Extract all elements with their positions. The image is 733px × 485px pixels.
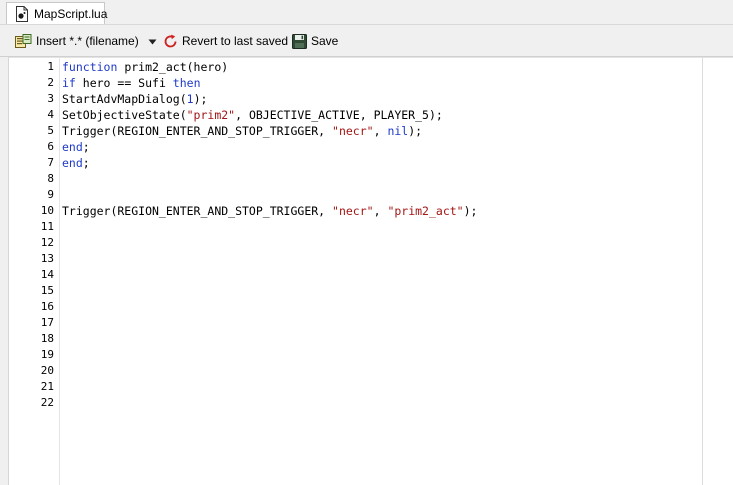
tab-strip: MapScript.lua: [0, 0, 733, 25]
code-line[interactable]: 10 Trigger(REGION_ENTER_AND_STOP_TRIGGER,…: [9, 203, 699, 219]
code-text: end;: [62, 155, 90, 171]
line-number: 5: [47, 124, 54, 137]
chevron-down-icon: [148, 39, 157, 45]
code-line[interactable]: 18: [9, 331, 699, 347]
code-token: end: [62, 140, 83, 154]
line-number: 18: [40, 332, 54, 345]
tab-mapscript[interactable]: MapScript.lua: [6, 2, 108, 25]
code-text: function prim2_act(hero): [62, 59, 228, 75]
floppy-disk-icon: [292, 33, 307, 49]
code-token: 1: [186, 92, 194, 106]
code-token: if: [62, 76, 76, 90]
code-token: "necr": [332, 124, 374, 138]
code-line[interactable]: 3 StartAdvMapDialog(1);: [9, 91, 699, 107]
line-number: 9: [47, 188, 54, 201]
line-number: 19: [40, 348, 54, 361]
code-line[interactable]: 2 if hero == Sufi then: [9, 75, 699, 91]
code-line[interactable]: 1 function prim2_act(hero): [9, 59, 699, 75]
code-line[interactable]: 7 end;: [9, 155, 699, 171]
code-text: SetObjectiveState("prim2", OBJECTIVE_ACT…: [62, 107, 443, 123]
code-token: "necr": [332, 204, 374, 218]
code-text: StartAdvMapDialog(1);: [62, 91, 207, 107]
code-line[interactable]: 8: [9, 171, 699, 187]
line-number: 21: [40, 380, 54, 393]
code-text: end;: [62, 139, 90, 155]
code-token: end: [62, 156, 83, 170]
line-number: 7: [47, 156, 54, 169]
revert-button[interactable]: Revert to last saved: [163, 33, 288, 49]
code-line[interactable]: 16: [9, 299, 699, 315]
right-margin-guide: [702, 58, 703, 485]
code-token: function: [62, 60, 118, 74]
code-line[interactable]: 5 Trigger(REGION_ENTER_AND_STOP_TRIGGER, …: [9, 123, 699, 139]
code-token: "prim2_act": [387, 204, 464, 218]
line-number: 2: [47, 76, 54, 89]
code-token: then: [172, 76, 201, 90]
code-line[interactable]: 4 SetObjectiveState("prim2", OBJECTIVE_AC…: [9, 107, 699, 123]
code-token: );: [193, 92, 208, 106]
code-token: prim2_act(hero): [117, 60, 229, 74]
revert-icon: [164, 34, 177, 47]
line-number: 11: [40, 220, 54, 233]
code-line[interactable]: 13: [9, 251, 699, 267]
code-token: Trigger(REGION_ENTER_AND_STOP_TRIGGER,: [62, 124, 333, 138]
code-line[interactable]: 14: [9, 267, 699, 283]
line-number: 1: [47, 60, 54, 73]
save-button[interactable]: Save: [292, 33, 338, 49]
code-line[interactable]: 9: [9, 187, 699, 203]
code-token: );: [463, 204, 478, 218]
code-line[interactable]: 22: [9, 395, 699, 411]
insert-label: Insert *.* (filename): [36, 34, 139, 48]
code-line[interactable]: 20: [9, 363, 699, 379]
code-text: Trigger(REGION_ENTER_AND_STOP_TRIGGER, "…: [62, 203, 477, 219]
code-token: ;: [82, 156, 90, 170]
line-number: 12: [40, 236, 54, 249]
code-line[interactable]: 12: [9, 235, 699, 251]
save-label: Save: [311, 34, 339, 48]
line-number: 3: [47, 92, 54, 105]
line-number: 4: [47, 108, 54, 121]
code-token: StartAdvMapDialog(: [62, 92, 187, 106]
line-number: 22: [40, 396, 54, 409]
code-text: if hero == Sufi then: [62, 75, 201, 91]
code-token: );: [408, 124, 423, 138]
code-token: , OBJECTIVE_ACTIVE, PLAYER_5);: [235, 108, 443, 122]
insert-dropdown[interactable]: [148, 34, 157, 50]
revert-label: Revert to last saved: [182, 34, 289, 48]
code-line[interactable]: 17: [9, 315, 699, 331]
line-number: 8: [47, 172, 54, 185]
code-token: ,: [373, 124, 388, 138]
code-token: SetObjectiveState(: [62, 108, 187, 122]
code-token: "prim2": [186, 108, 236, 122]
line-number: 10: [40, 204, 54, 217]
insert-file-button[interactable]: Insert *.* (filename): [15, 33, 139, 49]
code-editor[interactable]: 1 function prim2_act(hero) 2 if hero == Suf…: [8, 57, 733, 485]
line-number: 13: [40, 252, 54, 265]
line-number: 6: [47, 140, 54, 153]
lua-file-icon: [15, 6, 29, 25]
code-token: ,: [373, 204, 388, 218]
code-line[interactable]: 19: [9, 347, 699, 363]
code-token: hero == Sufi: [75, 76, 173, 90]
line-number: 14: [40, 268, 54, 281]
insert-file-icon: [15, 33, 32, 48]
tab-label: MapScript.lua: [34, 7, 108, 21]
code-line[interactable]: 21: [9, 379, 699, 395]
code-line[interactable]: 15: [9, 283, 699, 299]
line-number: 20: [40, 364, 54, 377]
code-text: Trigger(REGION_ENTER_AND_STOP_TRIGGER, "…: [62, 123, 422, 139]
toolbar: Insert *.* (filename) Revert to last sav…: [0, 25, 733, 57]
code-token: ;: [82, 140, 90, 154]
line-number: 15: [40, 284, 54, 297]
code-line[interactable]: 6 end;: [9, 139, 699, 155]
code-token: Trigger(REGION_ENTER_AND_STOP_TRIGGER,: [62, 204, 333, 218]
code-token: nil: [387, 124, 409, 138]
line-number: 16: [40, 300, 54, 313]
code-line[interactable]: 11: [9, 219, 699, 235]
line-number: 17: [40, 316, 54, 329]
